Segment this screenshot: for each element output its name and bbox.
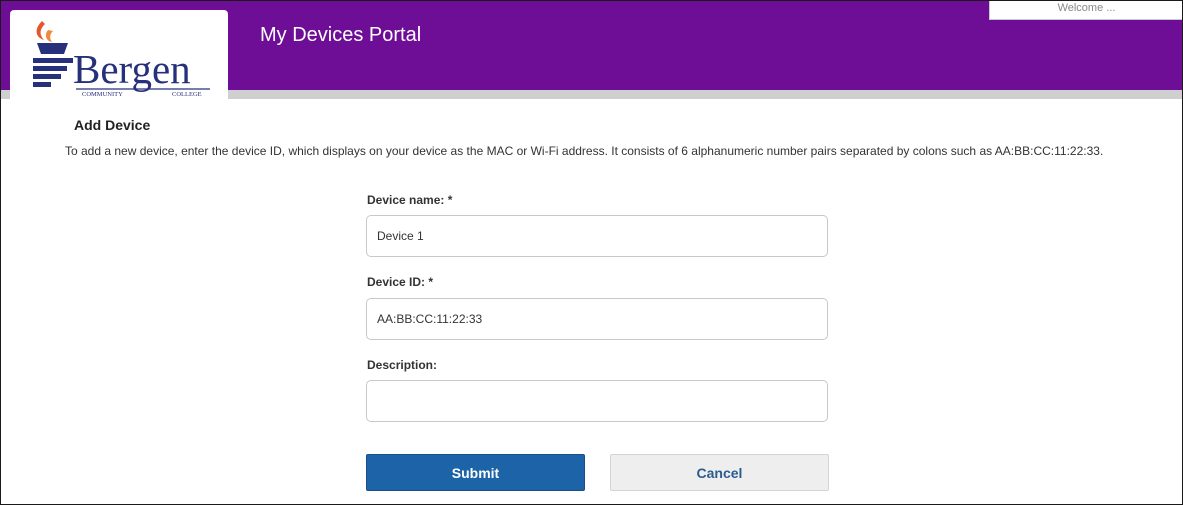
submit-button[interactable]: Submit (366, 454, 585, 491)
instructions-text: To add a new device, enter the device ID… (65, 144, 1104, 158)
device-id-label: Device ID: * (367, 275, 434, 289)
device-id-input[interactable] (366, 298, 828, 340)
logo-wordmark: Bergen (73, 46, 191, 92)
cancel-button[interactable]: Cancel (610, 454, 829, 491)
app-frame: Bergen COMMUNITY COLLEGE My Devices Port… (0, 0, 1183, 505)
welcome-user-box[interactable]: Welcome ... (989, 1, 1182, 20)
college-logo: Bergen COMMUNITY COLLEGE (10, 10, 228, 99)
logo-sub-community: COMMUNITY (82, 91, 123, 98)
page-title: Add Device (74, 117, 151, 133)
device-name-input[interactable] (366, 215, 828, 257)
bergen-logo-icon: Bergen COMMUNITY COLLEGE (33, 21, 210, 98)
description-input[interactable] (366, 380, 828, 422)
portal-title: My Devices Portal (260, 24, 422, 46)
logo-sub-college: COLLEGE (172, 91, 202, 98)
device-name-label: Device name: * (367, 193, 453, 207)
description-label: Description: (367, 358, 438, 372)
